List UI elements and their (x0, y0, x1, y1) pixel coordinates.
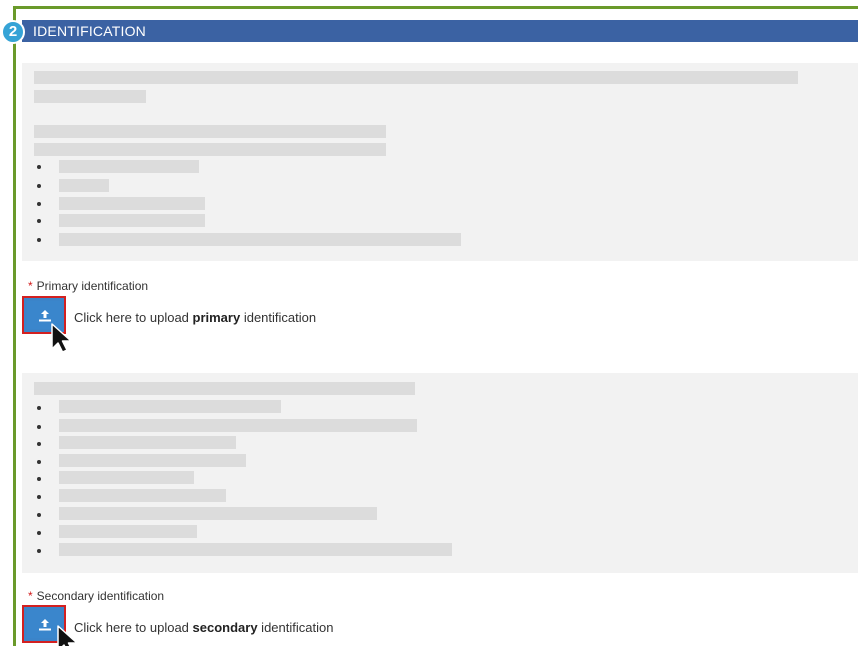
secondary-identification-label: * Secondary identification (28, 589, 165, 603)
upload-icon (39, 310, 51, 322)
required-asterisk: * (28, 279, 33, 293)
identification-form: IDENTIFICATION 2 * Primary identification… (0, 0, 858, 646)
upload-secondary-link[interactable]: Click here to upload secondary identific… (74, 620, 333, 635)
required-asterisk: * (28, 589, 33, 603)
list-bullet (37, 238, 41, 242)
redacted-list-item (59, 197, 205, 210)
redacted-list-item (59, 507, 377, 520)
mouse-pointer-icon (57, 625, 78, 646)
frame-border-left (13, 6, 16, 646)
list-bullet (37, 460, 41, 464)
list-bullet (37, 406, 41, 410)
redacted-text-line (34, 382, 415, 395)
redacted-list-item (59, 233, 461, 246)
redacted-list-item (59, 525, 197, 538)
upload-icon (39, 619, 51, 631)
section-title: IDENTIFICATION (33, 23, 146, 39)
redacted-text-line (34, 125, 386, 138)
list-bullet (37, 495, 41, 499)
redacted-text-line (34, 90, 146, 103)
primary-instructions-panel (22, 63, 858, 261)
list-bullet (37, 442, 41, 446)
redacted-list-item (59, 400, 281, 413)
redacted-list-item (59, 160, 199, 173)
redacted-text-line (34, 71, 798, 84)
redacted-text-line (34, 143, 386, 156)
secondary-instructions-panel (22, 373, 858, 573)
step-number-badge: 2 (1, 20, 25, 44)
redacted-list-item (59, 471, 194, 484)
list-bullet (37, 202, 41, 206)
list-bullet (37, 425, 41, 429)
list-bullet (37, 531, 41, 535)
mouse-pointer-icon (51, 323, 72, 353)
frame-border-top (13, 6, 858, 9)
redacted-list-item (59, 543, 452, 556)
list-bullet (37, 549, 41, 553)
redacted-list-item (59, 214, 205, 227)
primary-identification-label: * Primary identification (28, 279, 149, 293)
redacted-list-item (59, 419, 417, 432)
list-bullet (37, 477, 41, 481)
upload-primary-link[interactable]: Click here to upload primary identificat… (74, 310, 316, 325)
list-bullet (37, 513, 41, 517)
list-bullet (37, 165, 41, 169)
section-header (22, 20, 858, 42)
list-bullet (37, 219, 41, 223)
redacted-list-item (59, 489, 226, 502)
redacted-list-item (59, 454, 246, 467)
redacted-list-item (59, 436, 236, 449)
redacted-list-item (59, 179, 109, 192)
list-bullet (37, 184, 41, 188)
